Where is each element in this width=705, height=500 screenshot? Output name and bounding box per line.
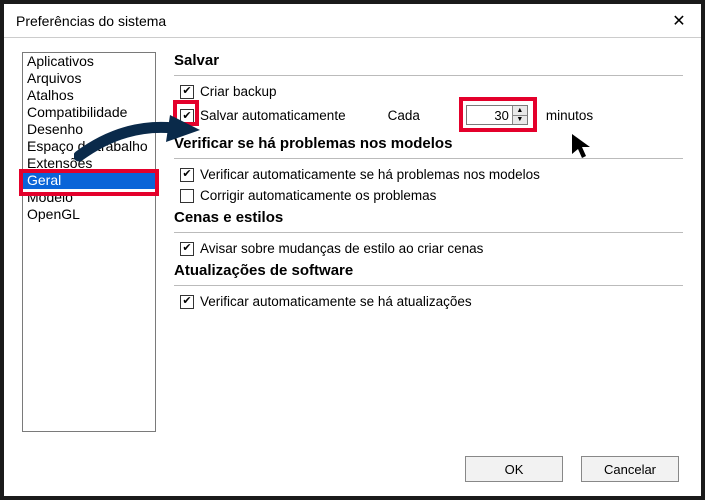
row-verify-auto: Verificar automaticamente se há problema… [180, 167, 683, 182]
row-autosave: Salvar automaticamente Cada ▲▼ minutos [180, 105, 683, 125]
checkbox-verify-fix[interactable] [180, 189, 194, 203]
sidebar-item-compatibilidade[interactable]: Compatibilidade [23, 104, 155, 121]
section-salvar-title: Salvar [174, 52, 683, 76]
close-button[interactable]: ✕ [657, 4, 701, 38]
label-verify-auto: Verificar automaticamente se há problema… [200, 167, 540, 182]
row-scenes-warn: Avisar sobre mudanças de estilo ao criar… [180, 241, 683, 256]
row-verify-fix: Corrigir automaticamente os problemas [180, 188, 683, 203]
titlebar: Preferências do sistema ✕ [4, 4, 701, 38]
section-verify-title: Verificar se há problemas nos modelos [174, 135, 683, 159]
label-autosave: Salvar automaticamente [200, 108, 346, 123]
sidebar-item-geral[interactable]: Geral [23, 172, 155, 189]
ok-button[interactable]: OK [465, 456, 563, 482]
cancel-button[interactable]: Cancelar [581, 456, 679, 482]
sidebar-item-arquivos[interactable]: Arquivos [23, 70, 155, 87]
dialog-buttons: OK Cancelar [4, 446, 701, 496]
label-minutes: minutos [546, 108, 593, 123]
spin-up-icon[interactable]: ▲ [512, 106, 527, 116]
label-scenes-warn: Avisar sobre mudanças de estilo ao criar… [200, 241, 483, 256]
sidebar-item-modelo[interactable]: Modelo [23, 189, 155, 206]
checkbox-backup[interactable] [180, 85, 194, 99]
checkbox-updates-auto[interactable] [180, 295, 194, 309]
content-panel: Salvar Criar backup Salvar automaticamen… [174, 52, 683, 442]
sidebar-item-atalhos[interactable]: Atalhos [23, 87, 155, 104]
sidebar-item-extensoes[interactable]: Extensões [23, 155, 155, 172]
sidebar-item-aplicativos[interactable]: Aplicativos [23, 53, 155, 70]
row-backup: Criar backup [180, 84, 683, 99]
sidebar-item-espaco[interactable]: Espaço de trabalho [23, 138, 155, 155]
autosave-interval-wrap: ▲▼ [466, 105, 528, 125]
section-scenes-title: Cenas e estilos [174, 209, 683, 233]
category-list[interactable]: Aplicativos Arquivos Atalhos Compatibili… [22, 52, 156, 432]
spin-down-icon[interactable]: ▼ [512, 116, 527, 125]
label-each: Cada [388, 108, 420, 123]
window-title: Preferências do sistema [16, 13, 166, 29]
section-updates-title: Atualizações de software [174, 262, 683, 286]
checkbox-verify-auto[interactable] [180, 168, 194, 182]
label-updates-auto: Verificar automaticamente se há atualiza… [200, 294, 472, 309]
label-verify-fix: Corrigir automaticamente os problemas [200, 188, 436, 203]
sidebar-wrap: Aplicativos Arquivos Atalhos Compatibili… [22, 52, 156, 442]
sidebar-item-opengl[interactable]: OpenGL [23, 206, 155, 223]
checkbox-scenes-warn[interactable] [180, 242, 194, 256]
row-updates-auto: Verificar automaticamente se há atualiza… [180, 294, 683, 309]
dialog-window: Preferências do sistema ✕ Aplicativos Ar… [0, 0, 705, 500]
checkbox-autosave[interactable] [180, 109, 194, 123]
label-backup: Criar backup [200, 84, 277, 99]
autosave-spinner[interactable]: ▲▼ [512, 106, 527, 124]
close-icon: ✕ [672, 11, 685, 31]
sidebar-item-desenho[interactable]: Desenho [23, 121, 155, 138]
dialog-body: Aplicativos Arquivos Atalhos Compatibili… [4, 38, 701, 446]
